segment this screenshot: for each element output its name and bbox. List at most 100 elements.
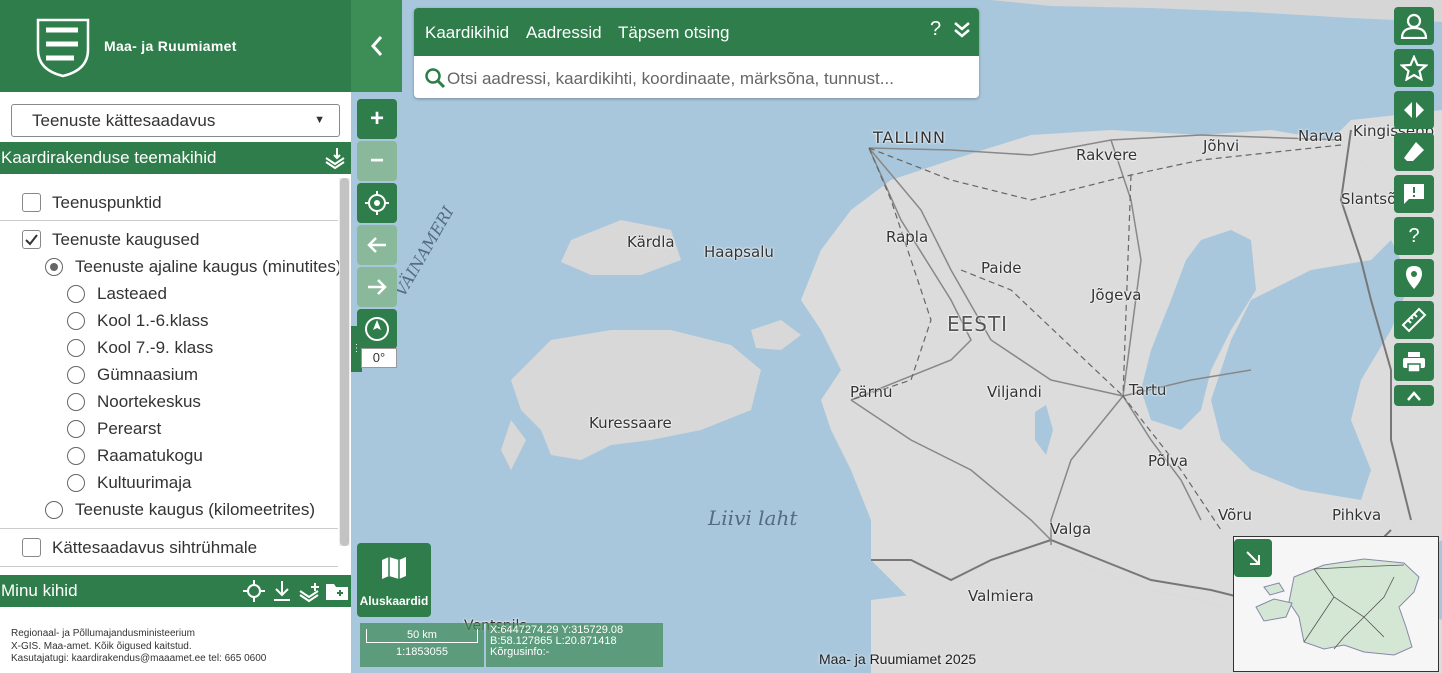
layer-label: Teenuspunktid [52,193,162,212]
chevron-left-icon [370,36,382,56]
service-select[interactable]: Teenuste kättesaadavus ▼ [11,104,340,137]
message-icon [1404,184,1424,204]
scale-distance: 50 km [407,629,437,641]
tab-tapsem-otsing[interactable]: Täpsem otsing [618,23,730,43]
layer-label: Perearst [97,419,162,438]
rotation-readout: 0° [361,348,397,368]
compass-icon [365,317,389,341]
layer-list: Teenuspunktid Teenuste kaugused Teenuste… [0,174,341,567]
print-button[interactable] [1394,343,1434,381]
theme-layers-header: Kaardirakenduse teemakihid [0,142,351,174]
checkmark-icon [25,234,38,246]
map-label-parnu: Pärnu [850,383,893,401]
eraser-button[interactable] [1394,133,1434,171]
layer-label: Teenuste kaugus (kilomeetrites) [75,500,316,519]
tab-aadressid[interactable]: Aadressid [526,23,602,43]
double-chevron-down-icon[interactable] [952,20,972,40]
map-label-pihkva: Pihkva [1332,506,1382,524]
map-label-viljandi: Viljandi [987,383,1042,401]
zoom-in-button[interactable]: + [357,99,397,139]
layer-label: Kättesaadavus sihtrühmale [52,538,258,557]
checkbox-kattesaadavus[interactable] [22,538,41,557]
radio-raamatukogu[interactable] [67,447,85,465]
checkbox-teenuste-kaugused[interactable] [22,230,41,249]
my-layers-header: Minu kihid [0,575,351,607]
map-label-jogeva: Jõgeva [1091,286,1142,304]
printer-icon [1403,352,1425,373]
map-label-narva: Narva [1298,127,1343,145]
radio-noortekeskus[interactable] [67,393,85,411]
question-icon: ? [1408,224,1420,247]
radio-kultuurimaja[interactable] [67,474,85,492]
radio-lasteaed[interactable] [67,285,85,303]
geolocate-button[interactable] [357,183,397,223]
collapse-sidebar-button[interactable] [351,0,402,92]
plus-icon: + [369,105,384,132]
add-folder-icon[interactable] [324,580,350,602]
help-button[interactable]: ? [930,18,941,41]
divider [0,566,338,567]
tab-kaardikihid[interactable]: Kaardikihid [425,23,509,43]
search-icon [425,68,446,89]
divider [0,528,338,529]
layer-label: Kultuurimaja [97,473,192,492]
basemaps-label: Aluskaardid [359,594,429,608]
sidebar: Maa- ja Ruumiamet Teenuste kättesaadavus… [0,0,351,673]
map-label-valmiera: Valmiera [968,587,1034,605]
checkbox-teenuspunktid[interactable] [22,193,41,212]
compass-button[interactable] [357,309,397,349]
search-tabs: Kaardikihid Aadressid Täpsem otsing ? [414,8,979,56]
measure-button[interactable] [1394,301,1434,339]
radio-kaugus-km[interactable] [45,501,63,519]
ruler-icon [1401,307,1427,333]
feedback-button[interactable] [1394,175,1434,213]
add-layers-icon[interactable] [297,579,321,603]
search-input[interactable] [447,66,967,92]
map-label-rakvere: Rakvere [1076,146,1138,164]
next-view-button[interactable] [357,267,397,307]
radio-kool-7-9[interactable] [67,339,85,357]
footer-line: Regionaal- ja Põllumajandusministeerium [11,628,195,639]
overview-toggle-button[interactable] [1234,539,1272,577]
radio-gumnaasium[interactable] [67,366,85,384]
divider [0,220,338,221]
radio-perearst[interactable] [67,420,85,438]
map-label-slantso: Slantsõ [1341,190,1397,208]
coat-of-arms-icon [36,18,90,78]
chevron-up-icon [1407,390,1421,401]
collapse-toolbar-button[interactable] [1394,385,1434,406]
caret-down-icon: ▼ [314,114,325,126]
layer-label: Raamatukogu [97,446,203,465]
header-logo-bar: Maa- ja Ruumiamet [0,0,351,92]
map-label-eesti: EESTI [947,312,1009,336]
favorites-button[interactable] [1394,49,1434,87]
help-tool-button[interactable]: ? [1394,217,1434,255]
radio-ajaline-kaugus[interactable] [45,258,63,276]
radio-kool-1-6[interactable] [67,312,85,330]
arrow-right-icon [368,279,387,295]
user-button[interactable] [1394,7,1434,45]
compare-button[interactable] [1394,91,1434,129]
layers-sort-icon[interactable] [323,146,347,170]
my-layers-title: Minu kihid [1,581,78,600]
logo-text: Maa- ja Ruumiamet [104,38,237,54]
marker-button[interactable] [1394,259,1434,297]
map-icon [382,557,406,579]
eraser-icon [1404,142,1424,161]
layer-label: Teenuste kaugused [52,230,200,249]
arrow-down-right-icon [1246,551,1260,565]
locate-layer-icon[interactable] [241,579,267,603]
basemaps-button[interactable]: Aluskaardid [357,543,431,617]
crosshair-icon [365,191,389,215]
scrollbar-thumb[interactable] [340,178,349,546]
zoom-out-button[interactable]: − [357,141,397,181]
map-label-valga: Valga [1050,520,1092,538]
theme-layers-title: Kaardirakenduse teemakihid [1,148,217,167]
map-label-tartu: Tartu [1129,381,1167,399]
layer-label: Lasteaed [97,284,167,303]
scale-ratio: 1:1853055 [396,646,448,658]
download-icon[interactable] [271,579,293,603]
map-label-kardla: Kärdla [627,233,675,251]
previous-view-button[interactable] [357,225,397,265]
map-label-liivi-laht: Liivi laht [708,506,798,530]
